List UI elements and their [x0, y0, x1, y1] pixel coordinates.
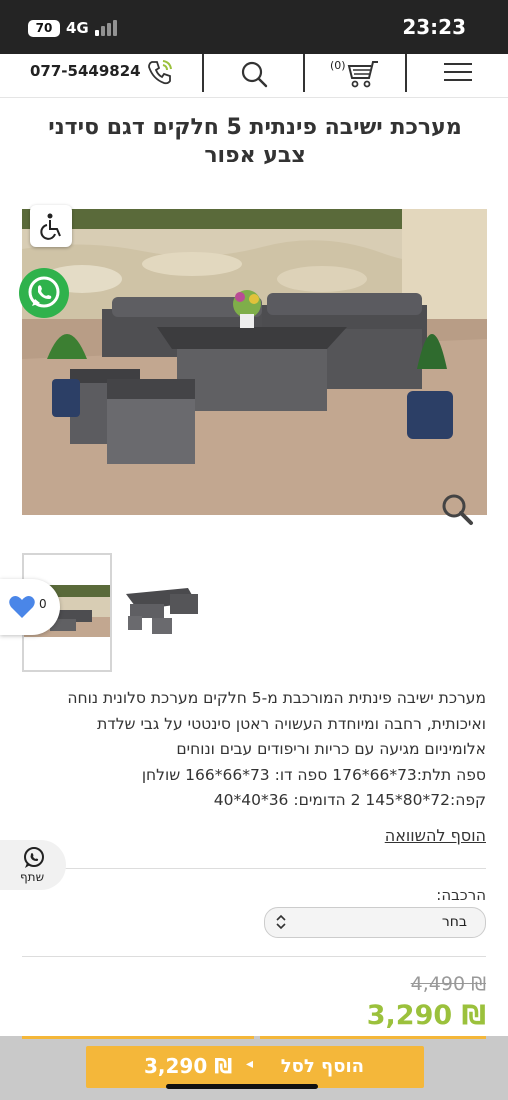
add-to-cart-button[interactable]: 3,290 ₪ ◂ הוסף לסל — [86, 1046, 424, 1088]
search-icon[interactable] — [240, 60, 268, 88]
description-line: ואיכותית, רחבה ומיוחדת העשויה ראטן סינטט… — [97, 714, 486, 733]
clock: 23:23 — [402, 15, 466, 39]
thumbnail-photo — [126, 588, 198, 634]
composition-label: הרכבה: — [436, 886, 486, 904]
product-main-image[interactable] — [22, 209, 487, 515]
product-description: מערכת ישיבה פינתית המורכבת מ-5 חלקים מער… — [20, 686, 486, 814]
home-indicator — [166, 1084, 318, 1089]
header-divider — [202, 54, 204, 92]
phone-number-link[interactable]: 077-5449824 — [30, 62, 141, 80]
composition-select[interactable]: בחר — [264, 907, 486, 938]
share-label: שתף — [20, 870, 45, 884]
header-divider — [405, 54, 407, 92]
patio-furniture-photo — [22, 209, 487, 515]
header-border — [0, 97, 508, 98]
wishlist-button[interactable]: 0 — [0, 579, 60, 635]
accent-edge — [22, 1036, 254, 1039]
add-to-cart-label: הוסף לסל — [280, 1056, 364, 1077]
header-divider — [303, 54, 305, 92]
cart-icon[interactable] — [344, 56, 380, 90]
site-header: 077-5449824 (0) — [0, 54, 508, 94]
thumbnail-2[interactable] — [118, 580, 202, 640]
whatsapp-share-icon — [24, 847, 44, 868]
battery-indicator: 70 — [28, 20, 60, 37]
accessibility-button[interactable] — [30, 205, 72, 247]
description-line: קפה:72*80*145 2 הדומים: 36*40*40 — [213, 791, 486, 809]
select-arrows-icon — [276, 914, 286, 930]
sticky-add-to-cart-bar: 3,290 ₪ ◂ הוסף לסל — [0, 1036, 508, 1100]
menu-icon[interactable] — [444, 63, 472, 85]
sale-price: 3,290 ₪ — [366, 1000, 486, 1031]
phone-icon[interactable] — [146, 58, 174, 86]
wheelchair-icon — [40, 213, 61, 240]
status-bar: 70 4G 23:23 — [0, 0, 508, 54]
add-to-compare-link[interactable]: הוסף להשוואה — [385, 826, 486, 845]
divider — [22, 956, 486, 957]
composition-selected-value: בחר — [441, 914, 467, 930]
zoom-icon[interactable] — [440, 492, 474, 526]
arrow-left-icon: ◂ — [246, 1056, 254, 1072]
signal-icon — [95, 20, 119, 36]
accent-edge — [260, 1036, 486, 1039]
button-price: 3,290 ₪ — [144, 1054, 233, 1078]
description-line: אלומיניום מגיעה עם כריות וריפודים עבים ו… — [176, 740, 486, 758]
network-type: 4G — [66, 19, 89, 37]
product-title: מערכת ישיבה פינתית 5 חלקים דגם סידני צבע… — [48, 115, 462, 168]
description-line: ספה תלת:73*66*176 ספה דו: 73*66*166 שולח… — [141, 765, 486, 784]
whatsapp-icon — [19, 268, 69, 318]
share-button[interactable]: שתף — [0, 840, 66, 890]
wishlist-count: 0 — [39, 597, 47, 611]
heart-icon — [9, 596, 35, 618]
original-price: 4,490 ₪ — [410, 973, 486, 995]
whatsapp-button[interactable] — [18, 267, 70, 319]
divider — [22, 868, 486, 869]
description-line: מערכת ישיבה פינתית המורכבת מ-5 חלקים מער… — [67, 689, 486, 707]
